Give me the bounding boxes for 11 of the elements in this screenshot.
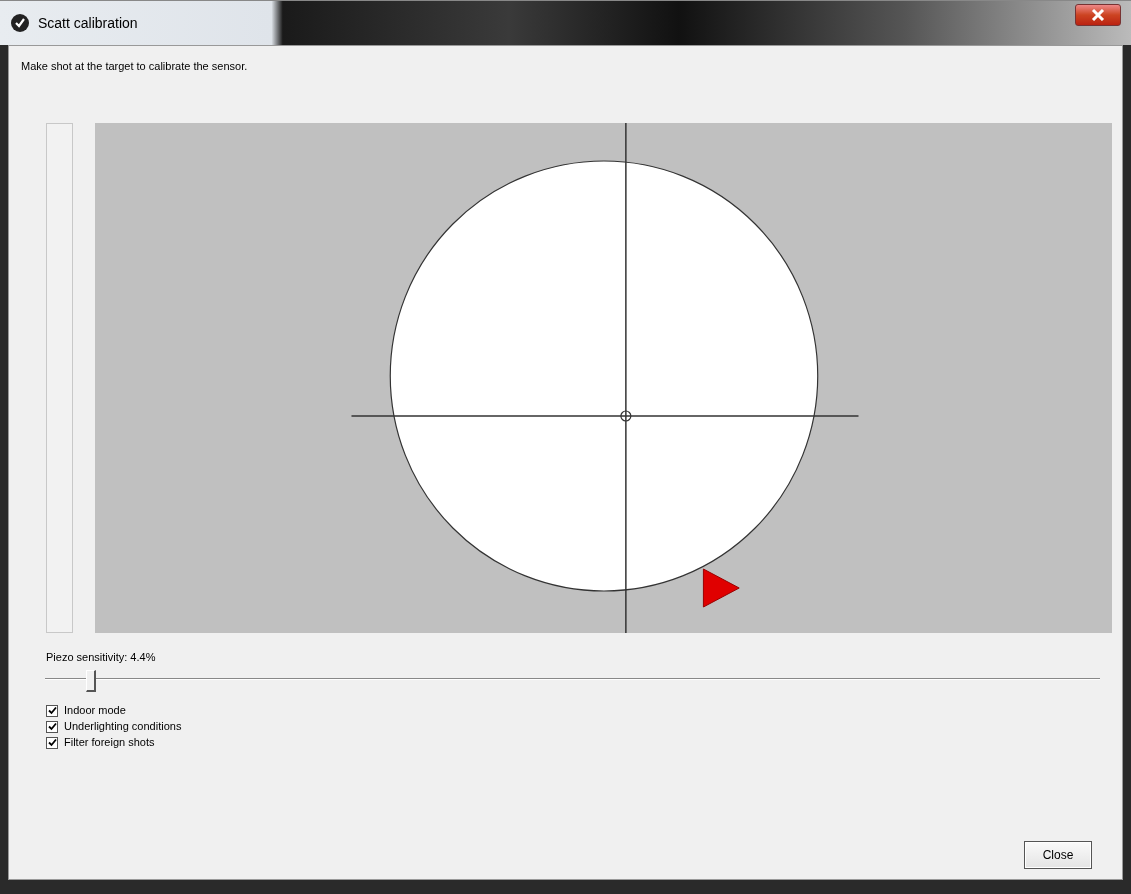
instruction-text: Make shot at the target to calibrate the sensor. xyxy=(21,59,249,74)
option-checkbox[interactable]: Underlighting conditions xyxy=(46,719,1110,734)
close-button[interactable]: Close xyxy=(1024,841,1092,869)
window-title: Scatt calibration xyxy=(38,13,138,33)
option-checkbox[interactable]: Indoor mode xyxy=(46,703,1110,718)
close-icon[interactable] xyxy=(1075,4,1121,26)
sensitivity-label: Piezo sensitivity: 4.4% xyxy=(46,649,157,665)
sensitivity-slider[interactable] xyxy=(45,669,1100,695)
shot-marker xyxy=(702,568,740,607)
option-checkbox[interactable]: Filter foreign shots xyxy=(46,735,1110,750)
app-icon xyxy=(10,13,30,33)
